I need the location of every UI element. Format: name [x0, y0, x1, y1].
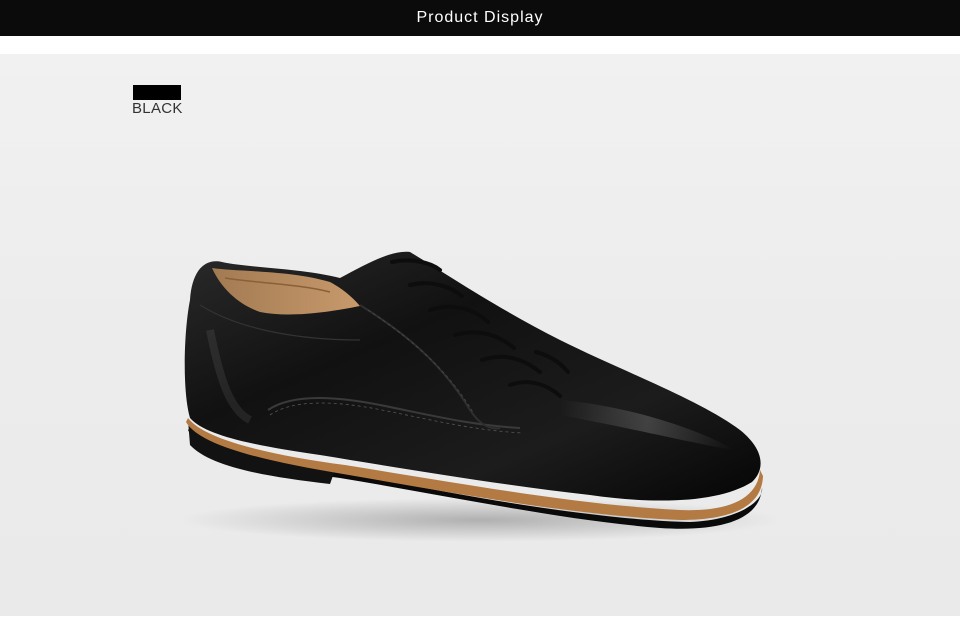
shoe-shadow [180, 498, 780, 542]
shoe-image [180, 251, 780, 542]
product-display-page: Product Display BLACK [0, 0, 960, 635]
